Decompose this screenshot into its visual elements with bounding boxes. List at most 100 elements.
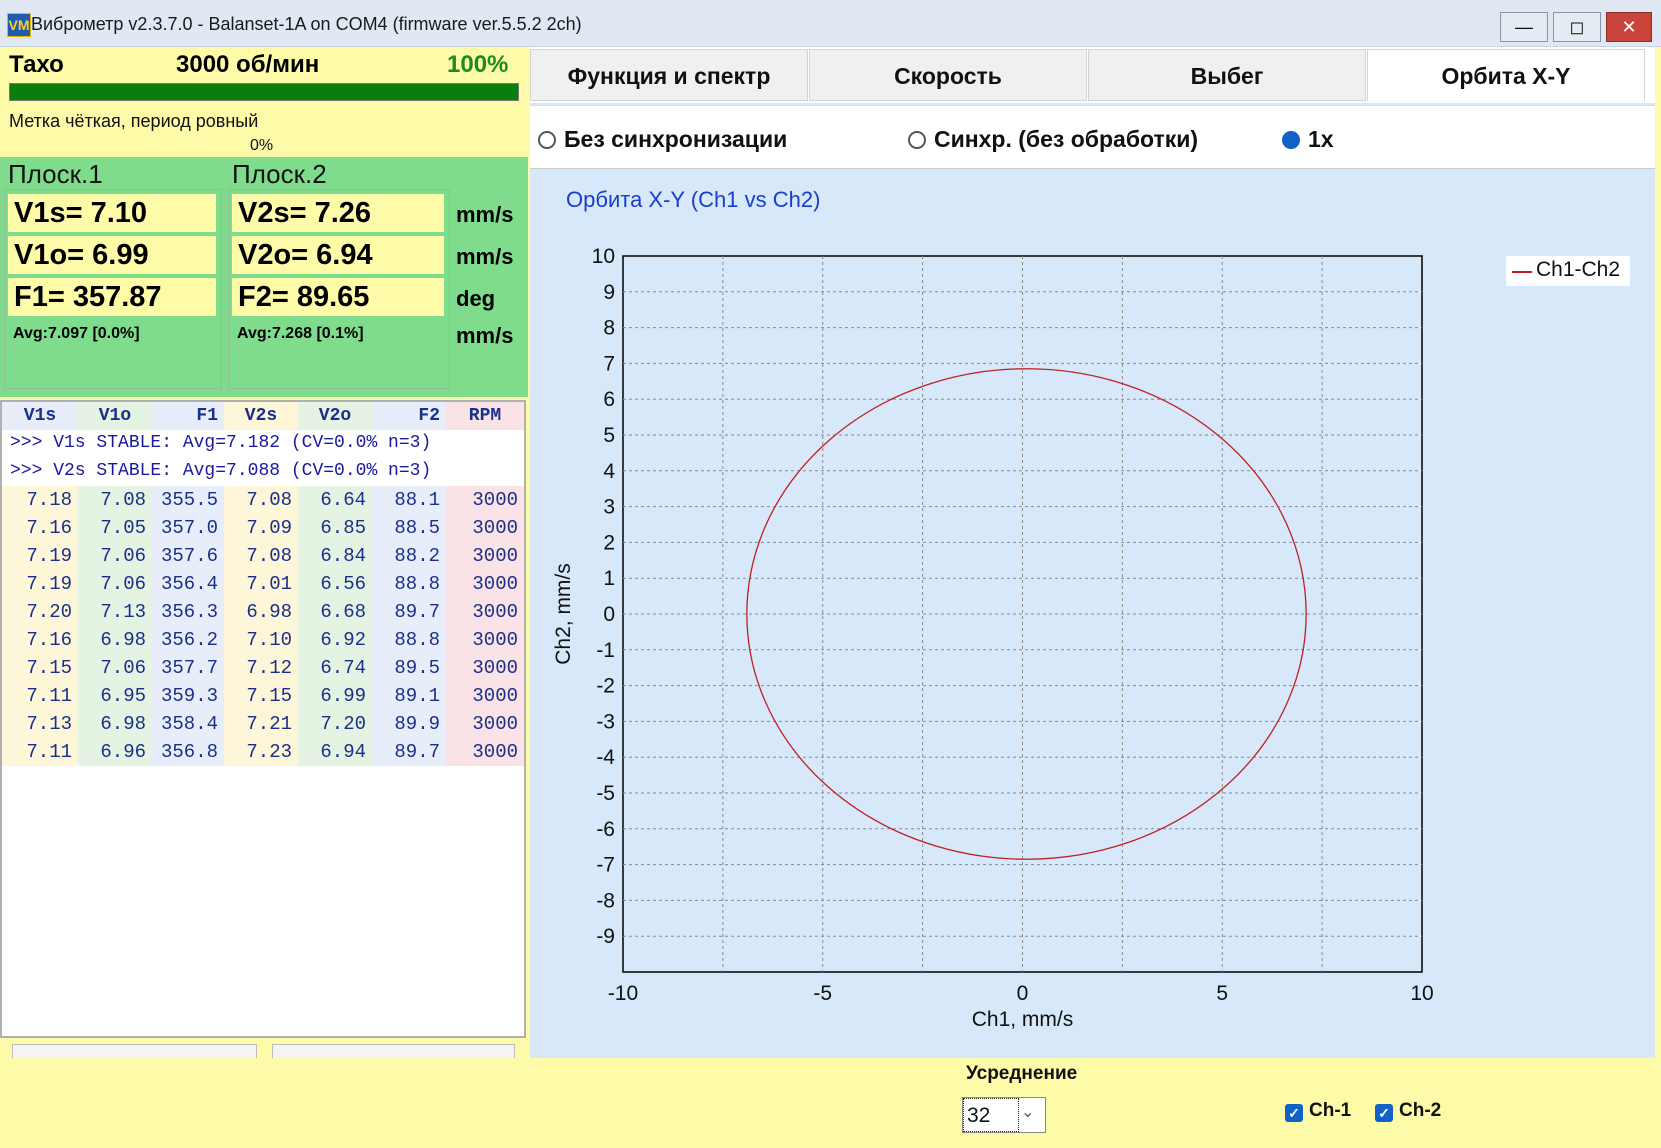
checkbox-ch1[interactable]: ✓ Ch-1: [1285, 1100, 1351, 1122]
table-cell: 7.01: [224, 570, 298, 598]
tacho-label: Тахо: [9, 51, 64, 78]
table-row: 7.11 6.95 359.3 7.15 6.99 89.1 3000: [2, 682, 524, 710]
tab-orbit-xy[interactable]: Орбита X-Y: [1367, 49, 1645, 101]
radio-1x[interactable]: 1x: [1282, 126, 1334, 153]
tacho-section: Тахо 3000 об/мин 100% Метка чёткая, пери…: [0, 47, 528, 157]
mark-status-text: Метка чёткая, период ровный: [9, 111, 259, 131]
table-cell: 7.20: [2, 598, 78, 626]
table-cell: 7.19: [2, 570, 78, 598]
log-message: >>> V2s STABLE: Avg=7.088 (CV=0.0% n=3): [10, 461, 432, 481]
table-cell: 88.8: [372, 626, 446, 654]
close-icon[interactable]: ✕: [1606, 12, 1652, 42]
checkbox-ch2[interactable]: ✓ Ch-2: [1375, 1100, 1441, 1122]
table-cell: 3000: [446, 570, 524, 598]
table-cell: 88.8: [372, 570, 446, 598]
radio-sync-raw[interactable]: Синхр. (без обработки): [908, 126, 1198, 153]
v2s-value: V2s= 7.26: [232, 194, 444, 232]
legend-line-swatch: [1512, 271, 1532, 273]
table-cell: 357.0: [152, 514, 224, 542]
table-cell: 7.06: [78, 570, 152, 598]
table-cell: 6.98: [78, 710, 152, 738]
y-tick-label: -7: [596, 854, 615, 877]
table-cell: 6.74: [298, 654, 372, 682]
averaging-select[interactable]: 32 ⌄: [962, 1097, 1046, 1133]
table-cell: 7.20: [298, 710, 372, 738]
minimize-icon[interactable]: —: [1500, 12, 1548, 42]
unit-label: mm/s: [456, 323, 514, 348]
y-tick-label: 9: [603, 281, 615, 304]
checkmark-icon: ✓: [1375, 1104, 1393, 1122]
column-header: RPM: [446, 402, 524, 430]
table-cell: 355.5: [152, 486, 224, 514]
table-cell: 3000: [446, 654, 524, 682]
table-cell: 359.3: [152, 682, 224, 710]
table-cell: 6.92: [298, 626, 372, 654]
maximize-icon[interactable]: ◻: [1553, 12, 1601, 42]
x-tick-label: 10: [1410, 982, 1433, 1005]
plane2-title: Плоск.2: [232, 159, 327, 189]
table-cell: 89.7: [372, 598, 446, 626]
v1s-value: V1s= 7.10: [8, 194, 216, 232]
table-cell: 6.98: [224, 598, 298, 626]
table-cell: 89.5: [372, 654, 446, 682]
table-cell: 357.6: [152, 542, 224, 570]
chart-legend: Ch1-Ch2: [1506, 256, 1630, 286]
chevron-down-icon: ⌄: [1021, 1104, 1035, 1121]
radio-no-sync[interactable]: Без синхронизации: [538, 126, 787, 153]
table-cell: 358.4: [152, 710, 224, 738]
table-cell: 7.16: [2, 514, 78, 542]
y-tick-label: 8: [603, 317, 615, 340]
table-cell: 6.84: [298, 542, 372, 570]
y-tick-label: 3: [603, 496, 615, 519]
tab-rundown[interactable]: Выбег: [1088, 49, 1366, 101]
table-cell: 6.68: [298, 598, 372, 626]
plane1-avg: Avg:7.097 [0.0%]: [8, 320, 216, 348]
tacho-percent: 100%: [447, 51, 509, 78]
table-cell: 3000: [446, 542, 524, 570]
title-bar: VM Виброметр v2.3.7.0 - Balanset-1A on C…: [0, 0, 1661, 47]
table-cell: 7.10: [224, 626, 298, 654]
radio-off-icon: [908, 131, 926, 149]
y-tick-label: -6: [596, 818, 615, 841]
table-row: 7.13 6.98 358.4 7.21 7.20 89.9 3000: [2, 710, 524, 738]
tacho-progress-fill: [10, 84, 518, 100]
orbit-chart: -10 -5 0 5 10109876543210-1-2-3-4-5-6-7-8-9C…: [552, 245, 1434, 1031]
table-cell: 7.11: [2, 738, 78, 766]
x-axis-label: Ch1, mm/s: [972, 1008, 1074, 1031]
table-cell: 7.08: [224, 486, 298, 514]
table-row: 7.16 6.98 356.2 7.10 6.92 88.8 3000: [2, 626, 524, 654]
bottom-bar: Усреднение 32 ⌄ ✓ Ch-1 ✓ Ch-2: [0, 1058, 1661, 1148]
sync-options: Без синхронизации Синхр. (без обработки)…: [530, 105, 1655, 169]
table-cell: 7.15: [2, 654, 78, 682]
tacho-progress-bar: [9, 83, 519, 101]
v2o-value: V2o= 6.94: [232, 236, 444, 274]
table-cell: 7.05: [78, 514, 152, 542]
table-cell: 7.08: [224, 542, 298, 570]
y-tick-label: 6: [603, 388, 615, 411]
table-cell: 7.06: [78, 542, 152, 570]
table-cell: 7.11: [2, 682, 78, 710]
radio-off-icon: [538, 131, 556, 149]
table-cell: 356.4: [152, 570, 224, 598]
column-header: V2s: [224, 402, 298, 430]
table-cell: 3000: [446, 598, 524, 626]
table-cell: 6.96: [78, 738, 152, 766]
measurement-log[interactable]: V1s V1o F1 V2s V2o F2 RPM >>> V1s STABLE: Avg=…: [0, 400, 526, 1038]
table-cell: 3000: [446, 738, 524, 766]
averaging-label: Усреднение: [966, 1063, 1078, 1084]
table-cell: 7.15: [224, 682, 298, 710]
table-cell: 89.9: [372, 710, 446, 738]
plane1-title: Плоск.1: [8, 159, 103, 189]
table-cell: 7.13: [78, 598, 152, 626]
x-tick-label: -10: [608, 982, 638, 1005]
v1o-value: V1o= 6.99: [8, 236, 216, 274]
table-cell: 89.1: [372, 682, 446, 710]
y-tick-label: 7: [603, 352, 615, 375]
tab-velocity[interactable]: Скорость: [809, 49, 1087, 101]
tab-function-spectrum[interactable]: Функция и спектр: [530, 49, 808, 101]
table-cell: 88.2: [372, 542, 446, 570]
x-tick-label: 5: [1216, 982, 1228, 1005]
f1-value: F1= 357.87: [8, 278, 216, 316]
y-tick-label: -4: [596, 746, 615, 769]
table-row: 7.16 7.05 357.0 7.09 6.85 88.5 3000: [2, 514, 524, 542]
